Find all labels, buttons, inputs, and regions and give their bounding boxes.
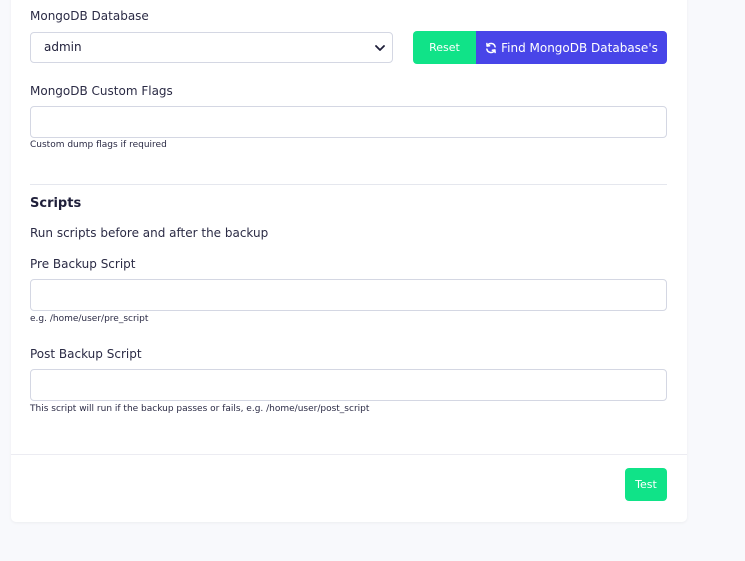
database-select-value: admin	[44, 40, 82, 54]
scripts-section-description: Run scripts before and after the backup	[30, 226, 269, 240]
reset-button[interactable]: Reset	[413, 31, 476, 64]
custom-flags-label: MongoDB Custom Flags	[30, 84, 173, 98]
pre-backup-script-input[interactable]	[30, 279, 667, 311]
post-backup-script-input[interactable]	[30, 369, 667, 401]
pre-backup-script-help: e.g. /home/user/pre_script	[30, 314, 149, 324]
test-button[interactable]: Test	[625, 468, 667, 501]
scripts-section-title: Scripts	[30, 196, 82, 211]
find-databases-label: Find MongoDB Database's	[501, 40, 658, 55]
database-button-group: Reset Find MongoDB Database's	[413, 31, 667, 64]
find-databases-button[interactable]: Find MongoDB Database's	[476, 31, 667, 64]
card-footer-divider	[11, 454, 687, 455]
post-backup-script-help: This script will run if the backup passe…	[30, 404, 370, 414]
custom-flags-input[interactable]	[30, 106, 667, 138]
refresh-icon	[486, 42, 496, 53]
database-label: MongoDB Database	[30, 9, 149, 23]
post-backup-script-label: Post Backup Script	[30, 347, 142, 361]
chevron-down-icon	[375, 45, 385, 51]
database-select[interactable]: admin	[30, 32, 393, 63]
section-divider	[30, 184, 667, 185]
custom-flags-help: Custom dump flags if required	[30, 140, 167, 150]
pre-backup-script-label: Pre Backup Script	[30, 257, 136, 271]
